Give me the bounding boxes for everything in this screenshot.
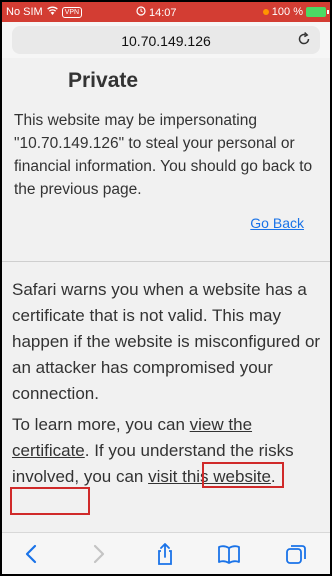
bookmarks-icon[interactable]	[217, 543, 241, 565]
status-left: No SIM VPN	[6, 6, 83, 18]
page-title: Private	[68, 69, 139, 92]
info-text: Safari warns you when a website has a ce…	[12, 280, 321, 403]
learn-prefix: To learn more, you can	[12, 415, 190, 434]
learn-more-text: To learn more, you can view the certific…	[12, 412, 328, 490]
forward-icon[interactable]	[86, 543, 110, 565]
highlight-box-website	[10, 487, 90, 515]
battery-percent: 100 %	[271, 6, 303, 18]
carrier-label: No SIM	[6, 6, 43, 18]
bottom-toolbar	[2, 532, 330, 574]
address-bar: 10.70.149.126	[2, 22, 330, 58]
go-back-link[interactable]: Go Back	[250, 215, 304, 231]
location-dot-icon	[262, 9, 269, 15]
url-field[interactable]: 10.70.149.126	[12, 26, 320, 54]
visit-website-link[interactable]: visit this website	[148, 467, 271, 486]
page-content: Private This website may be impersonatin…	[2, 58, 330, 532]
battery-icon	[306, 7, 329, 17]
tabs-icon[interactable]	[284, 543, 308, 565]
vpn-badge: VPN	[61, 6, 83, 18]
time-label: 14:07	[149, 6, 177, 19]
wifi-icon	[46, 6, 58, 18]
alarm-icon	[136, 6, 146, 19]
status-bar: No SIM VPN 14:07 100 %	[2, 2, 330, 22]
divider	[2, 261, 330, 262]
status-time: 14:07	[136, 6, 177, 19]
warning-text: This website may be impersonating "10.70…	[14, 112, 313, 198]
status-right: 100 %	[262, 6, 329, 18]
url-text[interactable]: 10.70.149.126	[12, 33, 320, 49]
safari-window: No SIM VPN 14:07 100 % 10.70.149.126 Pri	[2, 2, 330, 574]
share-icon[interactable]	[153, 543, 177, 565]
learn-suffix: .	[270, 467, 276, 486]
reload-icon[interactable]	[296, 31, 312, 52]
back-icon[interactable]	[20, 543, 44, 565]
